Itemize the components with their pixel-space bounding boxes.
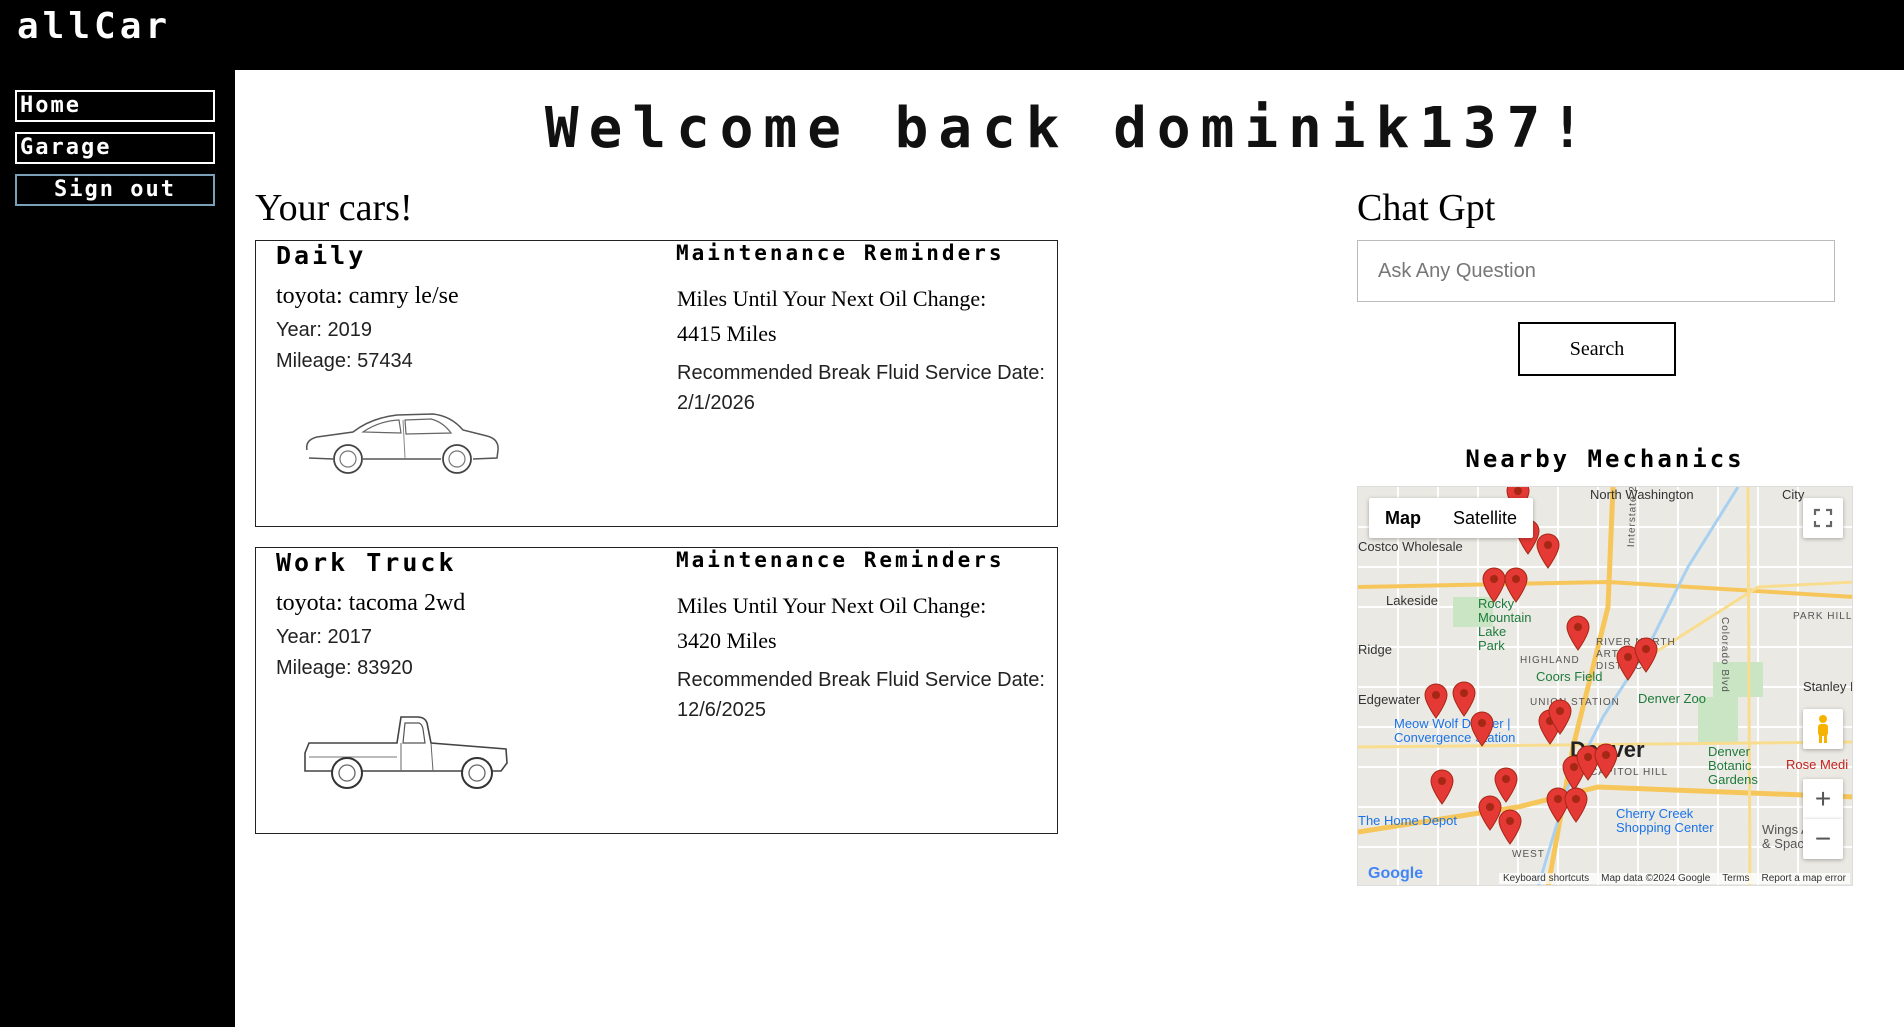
brake-fluid-reminder: Recommended Break Fluid Service Date: 12…: [677, 665, 1047, 725]
map-label-home-depot: The Home Depot: [1358, 813, 1457, 828]
map-label-union-station: UNION STATION: [1530, 697, 1620, 708]
map-label-ridge: Ridge: [1358, 642, 1392, 657]
maintenance-title: Maintenance Reminders: [676, 548, 1005, 572]
car-year: Year: 2017: [276, 626, 373, 648]
car-mileage: Mileage: 57434: [276, 350, 413, 372]
map-label-rose-medical: Rose Medi: [1786, 757, 1849, 772]
map-footer: Keyboard shortcuts Map data ©2024 Google…: [1358, 869, 1852, 885]
map-label-meow-wolf: Meow Wolf Denver | Convergence Station: [1394, 716, 1516, 745]
fullscreen-icon[interactable]: [1803, 498, 1843, 538]
car-year: Year: 2019: [276, 319, 373, 341]
oil-change-reminder: Miles Until Your Next Oil Change: 3420 M…: [677, 588, 1037, 658]
mechanic-marker-icon[interactable]: [1497, 809, 1523, 845]
brake-fluid-reminder: Recommended Break Fluid Service Date: 2/…: [677, 358, 1047, 418]
mechanic-marker-icon[interactable]: [1429, 769, 1455, 805]
mechanic-marker-icon[interactable]: [1547, 699, 1573, 735]
oil-change-label: Miles Until Your Next Oil Change:: [677, 286, 987, 311]
app-logo[interactable]: allCar: [17, 6, 171, 47]
map-label-highland: HIGHLAND: [1520, 655, 1580, 666]
report-map-error-link[interactable]: Report a map error: [1762, 873, 1846, 884]
nearby-mechanics-title: Nearby Mechanics: [1465, 445, 1745, 473]
mechanic-marker-icon[interactable]: [1565, 615, 1591, 651]
nav-garage-button[interactable]: Garage: [15, 132, 215, 164]
welcome-heading: Welcome back dominik137!: [544, 96, 1595, 161]
brake-fluid-label: Recommended Break Fluid Service Date:: [677, 362, 1045, 384]
mechanic-marker-icon[interactable]: [1423, 683, 1449, 719]
map-label-lakeside: Lakeside: [1386, 593, 1439, 608]
car-model: toyota: camry le/se: [276, 283, 459, 309]
oil-change-reminder: Miles Until Your Next Oil Change: 4415 M…: [677, 281, 1037, 351]
sign-out-button[interactable]: Sign out: [15, 174, 215, 206]
car-model: toyota: tacoma 2wd: [276, 590, 466, 616]
mechanic-marker-icon[interactable]: [1593, 743, 1619, 779]
map-label-city: City: [1782, 487, 1805, 502]
oil-change-value: 3420 Miles: [677, 628, 777, 653]
terms-link[interactable]: Terms: [1722, 873, 1749, 884]
top-bar: allCar: [0, 0, 1904, 70]
mechanic-marker-icon[interactable]: [1503, 567, 1529, 603]
car-card[interactable]: Daily toyota: camry le/se Year: 2019 Mil…: [255, 240, 1058, 527]
sidebar: Home Garage Sign out: [0, 70, 235, 1027]
map-type-satellite-button[interactable]: Satellite: [1437, 498, 1533, 538]
map-label-cherry-creek: Cherry Creek Shopping Center: [1616, 806, 1714, 835]
brake-fluid-value: 12/6/2025: [677, 699, 766, 721]
keyboard-shortcuts-link[interactable]: Keyboard shortcuts: [1503, 873, 1589, 884]
map-type-map-button[interactable]: Map: [1369, 498, 1437, 538]
map-label-botanic-gardens: Denver Botanic Gardens: [1708, 744, 1758, 787]
car-name: Work Truck: [276, 548, 457, 577]
mechanic-marker-icon[interactable]: [1535, 533, 1561, 569]
map-label-denver-zoo: Denver Zoo: [1638, 691, 1706, 706]
zoom-in-icon[interactable]: +: [1803, 779, 1843, 819]
nav-home-button[interactable]: Home: [15, 90, 215, 122]
chat-search-button[interactable]: Search: [1518, 322, 1676, 376]
oil-change-label: Miles Until Your Next Oil Change:: [677, 593, 987, 618]
map-label-rocky-mountain-lake-park: Rocky Mountain Lake Park: [1478, 596, 1532, 653]
mechanic-marker-icon[interactable]: [1563, 787, 1589, 823]
pickup-truck-icon: [301, 713, 511, 798]
sedan-icon: [301, 406, 501, 481]
mechanics-map[interactable]: Costco Wholesale City North Washington L…: [1357, 486, 1853, 886]
car-name: Daily: [276, 241, 367, 270]
car-card[interactable]: Work Truck toyota: tacoma 2wd Year: 2017…: [255, 547, 1058, 834]
chat-question-input[interactable]: [1357, 240, 1835, 302]
mechanic-marker-icon[interactable]: [1469, 711, 1495, 747]
map-label-park-hill: PARK HILL: [1793, 611, 1853, 622]
map-label-washington: North Washington: [1590, 487, 1694, 502]
brake-fluid-label: Recommended Break Fluid Service Date:: [677, 669, 1045, 691]
chat-section-title: Chat Gpt: [1357, 187, 1496, 229]
cars-section-title: Your cars!: [255, 187, 413, 229]
mechanic-marker-icon[interactable]: [1633, 637, 1659, 673]
maintenance-title: Maintenance Reminders: [676, 241, 1005, 265]
map-label-edgewater: Edgewater: [1358, 692, 1421, 707]
map-label-west: WEST: [1512, 849, 1545, 860]
map-type-control: Map Satellite: [1369, 498, 1534, 538]
map-data-attribution: Map data ©2024 Google: [1601, 873, 1711, 884]
zoom-out-icon[interactable]: −: [1803, 819, 1843, 859]
oil-change-value: 4415 Miles: [677, 321, 777, 346]
brake-fluid-value: 2/1/2026: [677, 392, 755, 414]
street-view-pegman-icon[interactable]: [1803, 709, 1843, 749]
car-mileage: Mileage: 83920: [276, 657, 413, 679]
map-label-stanley: Stanley M: [1803, 679, 1852, 694]
map-label-colorado-blvd: Colorado Blvd: [1719, 617, 1730, 693]
map-label-costco: Costco Wholesale: [1358, 539, 1463, 554]
map-label-coors-field: Coors Field: [1536, 669, 1603, 684]
